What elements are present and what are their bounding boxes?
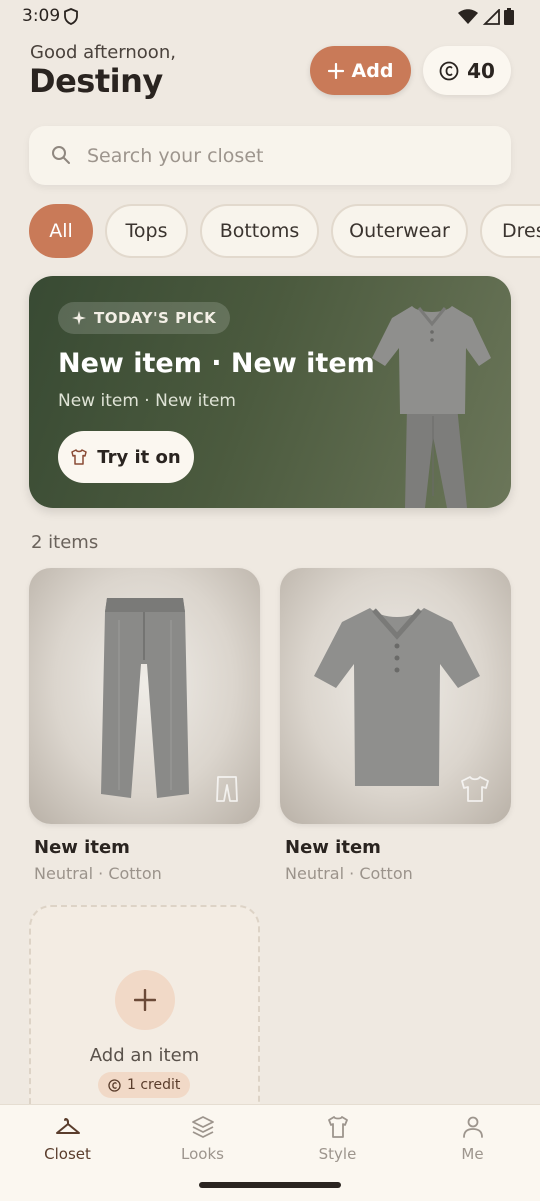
todays-pick-subtitle: New item · New item xyxy=(58,391,236,411)
pants-image xyxy=(101,598,189,798)
signal-icon xyxy=(482,8,500,25)
closet-item-card[interactable] xyxy=(29,568,260,824)
add-item-card[interactable]: Add an item 1 credit xyxy=(29,905,260,1135)
nav-tab-closet[interactable]: Closet xyxy=(0,1115,135,1163)
chip-outerwear[interactable]: Outerwear xyxy=(331,204,468,258)
add-item-cost: 1 credit xyxy=(98,1072,191,1098)
layers-icon xyxy=(191,1116,214,1138)
user-name: Destiny xyxy=(29,62,163,100)
nav-label: Style xyxy=(318,1145,357,1163)
chip-tops[interactable]: Tops xyxy=(105,204,188,258)
shield-icon xyxy=(64,8,78,25)
shirt-icon xyxy=(327,1116,348,1138)
coin-icon xyxy=(439,61,459,80)
battery-icon xyxy=(504,8,514,25)
status-time: 3:09 xyxy=(22,6,61,26)
todays-pick-title: New item · New item xyxy=(58,348,375,379)
hanger-icon xyxy=(55,1117,80,1134)
plus-icon xyxy=(327,62,344,79)
try-it-on-label: Try it on xyxy=(97,446,181,468)
item-meta: Neutral · Cotton xyxy=(34,864,162,883)
chip-bottoms[interactable]: Bottoms xyxy=(200,204,319,258)
chip-dresses[interactable]: Dres xyxy=(480,204,540,258)
nav-tab-looks[interactable]: Looks xyxy=(135,1115,270,1163)
credits-count: 40 xyxy=(467,58,495,83)
search-input[interactable]: Search your closet xyxy=(29,126,511,185)
nav-label: Looks xyxy=(181,1145,224,1163)
plus-icon xyxy=(134,989,156,1011)
nav-label: Closet xyxy=(44,1145,91,1163)
add-button-label: Add xyxy=(351,59,394,82)
item-name: New item xyxy=(34,837,130,858)
try-it-on-button[interactable]: Try it on xyxy=(58,431,194,483)
closet-item-card[interactable] xyxy=(280,568,511,824)
wifi-icon xyxy=(458,8,478,24)
home-indicator[interactable] xyxy=(199,1182,341,1188)
search-icon xyxy=(52,146,70,164)
search-placeholder: Search your closet xyxy=(87,145,264,167)
nav-tab-style[interactable]: Style xyxy=(270,1115,405,1163)
pants-icon xyxy=(216,776,238,802)
credits-badge[interactable]: 40 xyxy=(423,46,511,95)
coin-icon xyxy=(108,1078,121,1092)
add-item-label: Add an item xyxy=(89,1045,200,1066)
add-item-cost-label: 1 credit xyxy=(127,1077,181,1093)
shirt-icon xyxy=(461,776,489,802)
shirt-image xyxy=(314,608,480,786)
item-name: New item xyxy=(285,837,381,858)
item-count: 2 items xyxy=(31,532,99,553)
status-bar: 3:09 xyxy=(0,0,540,34)
chip-all[interactable]: All xyxy=(29,204,93,258)
add-button[interactable]: Add xyxy=(310,46,411,95)
sparkle-icon xyxy=(72,311,86,325)
nav-label: Me xyxy=(461,1145,484,1163)
person-icon xyxy=(462,1116,483,1138)
category-filter: All Tops Bottoms Outerwear Dres xyxy=(29,204,540,260)
todays-pick-badge: TODAY'S PICK xyxy=(58,302,231,334)
todays-pick-badge-label: TODAY'S PICK xyxy=(94,309,217,327)
outfit-image xyxy=(372,306,491,508)
todays-pick-card[interactable]: TODAY'S PICK New item · New item New ite… xyxy=(29,276,511,508)
shirt-icon xyxy=(71,449,88,465)
item-meta: Neutral · Cotton xyxy=(285,864,413,883)
add-item-plus xyxy=(115,970,175,1030)
greeting-text: Good afternoon, xyxy=(30,42,176,63)
nav-tab-me[interactable]: Me xyxy=(405,1115,540,1163)
